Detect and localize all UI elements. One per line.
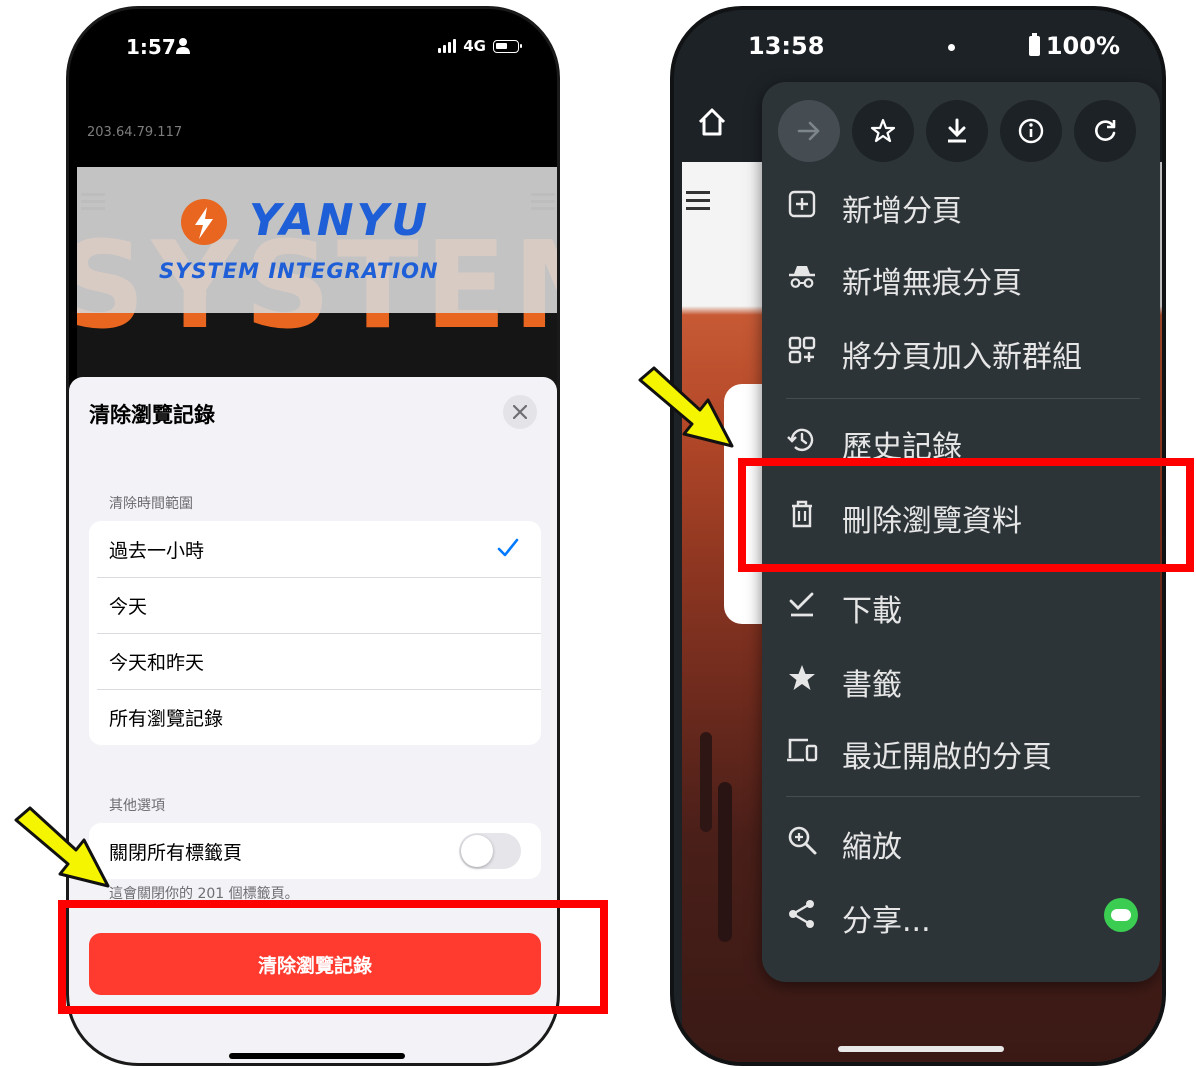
time-range-label: 清除時間範圍 <box>109 496 193 512</box>
option-label: 今天和昨天 <box>109 651 205 674</box>
notification-dot <box>948 44 955 51</box>
option-label: 過去一小時 <box>109 539 205 562</box>
logo-banner: YANYU SYSTEM INTEGRATION <box>77 167 557 313</box>
menu-item-share[interactable]: 分享... <box>762 878 1160 950</box>
menu-item-recent-tabs[interactable]: 最近開啟的分頁 <box>762 714 1160 786</box>
yellow-arrow-icon <box>14 806 110 888</box>
menu-item-bookmarks[interactable]: 書籤 <box>762 642 1160 714</box>
menu-item-zoom[interactable]: 縮放 <box>762 804 1160 876</box>
page-info-button[interactable] <box>1000 100 1062 162</box>
battery-level: 100% <box>1045 32 1120 60</box>
other-options-label: 其他選項 <box>109 798 165 814</box>
line-app-icon[interactable] <box>1104 898 1138 932</box>
time-range-option[interactable]: 今天 <box>89 577 541 633</box>
history-icon <box>787 428 814 452</box>
refresh-icon <box>1095 120 1116 141</box>
logo-subtitle: SYSTEM INTEGRATION <box>159 259 439 283</box>
option-label: 所有瀏覽記錄 <box>109 707 224 730</box>
menu-item-new-tab[interactable]: 新增分頁 <box>762 168 1160 240</box>
download-done-icon <box>789 592 814 617</box>
menu-item-label: 最近開啟的分頁 <box>842 740 1052 775</box>
menu-divider <box>786 398 1140 399</box>
battery-status: 100% <box>1028 32 1120 60</box>
incognito-icon <box>789 266 815 288</box>
forward-arrow-icon <box>797 121 820 141</box>
close-icon <box>513 405 527 419</box>
battery-icon <box>493 39 522 53</box>
signal-icon <box>438 39 457 53</box>
menu-item-label: 書籤 <box>842 668 902 703</box>
tab-group-icon <box>788 336 816 364</box>
share-icon <box>789 900 814 928</box>
menu-item-incognito[interactable]: 新增無痕分頁 <box>762 240 1160 312</box>
status-time: 1:57 <box>126 35 176 59</box>
menu-divider <box>786 796 1140 797</box>
person-icon <box>176 38 190 54</box>
close-tabs-row: 關閉所有標籤頁 <box>89 823 541 879</box>
zoom-icon <box>788 826 817 855</box>
download-button[interactable] <box>926 100 988 162</box>
battery-icon <box>1028 33 1040 56</box>
devices-icon <box>787 738 818 762</box>
time-range-option[interactable]: 過去一小時 <box>89 521 541 577</box>
yellow-arrow-icon <box>638 366 734 448</box>
menu-icon[interactable] <box>81 189 105 214</box>
menu-item-tab-group[interactable]: 將分頁加入新群組 <box>762 314 1160 386</box>
time-range-option[interactable]: 所有瀏覽記錄 <box>89 689 541 745</box>
close-button[interactable] <box>503 395 537 429</box>
status-time: 13:58 <box>748 32 825 60</box>
close-tabs-toggle[interactable] <box>459 833 521 869</box>
logo-brand: YANYU <box>249 195 431 246</box>
other-options-list: 關閉所有標籤頁 <box>89 823 541 879</box>
ios-status-bar: 1:57 4G <box>69 9 557 89</box>
info-icon <box>1018 118 1044 144</box>
reload-button[interactable] <box>1074 100 1136 162</box>
status-right: 4G <box>438 37 522 55</box>
time-range-option[interactable]: 今天和昨天 <box>89 633 541 689</box>
menu-item-downloads[interactable]: 下載 <box>762 568 1160 640</box>
menu-item-label: 新增分頁 <box>842 194 962 229</box>
menu-item-label: 分享... <box>842 904 931 939</box>
sheet-title: 清除瀏覽記錄 <box>89 403 215 427</box>
network-type: 4G <box>463 37 486 55</box>
cactus-decoration <box>718 782 732 942</box>
page-url: 203.64.79.117 <box>87 125 183 140</box>
checkmark-icon <box>497 538 519 557</box>
menu-item-label: 縮放 <box>842 830 902 865</box>
bookmark-button[interactable] <box>852 100 914 162</box>
star-outline-icon <box>870 118 896 143</box>
android-status-bar: 13:58 100% <box>674 10 1162 90</box>
highlight-clear-button <box>58 900 608 1014</box>
web-content: SYSTEM YANYU SYSTEM INTEGRATION <box>77 167 557 387</box>
menu-action-row <box>778 100 1136 162</box>
star-icon <box>789 665 815 690</box>
gesture-nav-bar <box>838 1046 1004 1052</box>
option-label: 今天 <box>109 595 148 618</box>
menu-item-label: 新增無痕分頁 <box>842 266 1022 301</box>
download-icon <box>948 118 966 143</box>
highlight-clear-data-item <box>738 458 1194 572</box>
time-range-list: 過去一小時 今天 今天和昨天 所有瀏覽記錄 <box>89 521 541 745</box>
close-tabs-label: 關閉所有標籤頁 <box>109 841 243 864</box>
menu-item-label: 下載 <box>842 594 902 629</box>
cactus-decoration <box>700 732 712 832</box>
forward-button[interactable] <box>778 100 840 162</box>
home-icon[interactable] <box>692 102 732 142</box>
page-menu-icon[interactable] <box>686 186 710 215</box>
menu-icon-right[interactable] <box>531 189 555 214</box>
menu-item-label: 將分頁加入新群組 <box>842 340 1082 375</box>
yanyu-logo-icon <box>181 199 227 245</box>
new-tab-icon <box>788 190 816 218</box>
home-indicator <box>229 1053 405 1059</box>
